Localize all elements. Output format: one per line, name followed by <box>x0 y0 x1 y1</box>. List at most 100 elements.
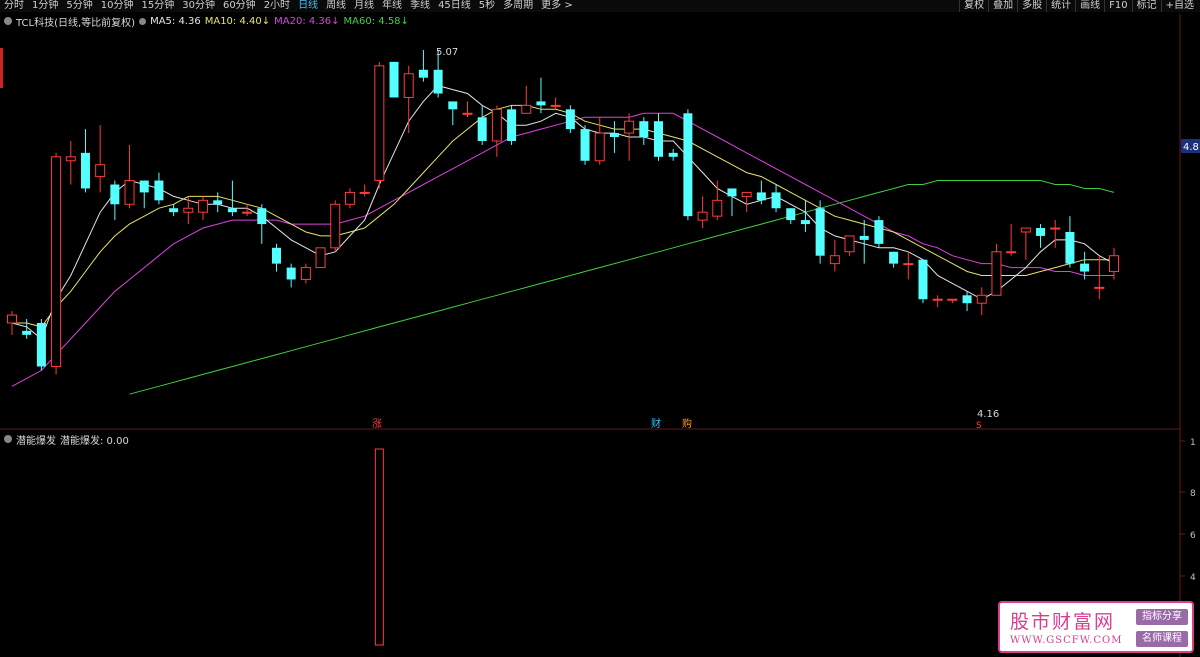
candle[interactable] <box>786 208 796 221</box>
candle[interactable] <box>947 298 958 301</box>
candle[interactable] <box>110 184 120 205</box>
candle[interactable] <box>477 117 487 141</box>
candle[interactable] <box>1109 255 1119 273</box>
candle[interactable] <box>344 191 355 205</box>
candle[interactable] <box>403 73 414 98</box>
candle[interactable] <box>756 192 766 201</box>
watermark-badge-indicator: 指标分享 <box>1136 609 1188 625</box>
candle[interactable] <box>124 180 135 205</box>
candle[interactable] <box>462 112 473 115</box>
watermark-title: 股市财富网 <box>1010 611 1116 633</box>
ma60-line <box>129 180 1115 395</box>
watermark-badge-course: 名师课程 <box>1136 631 1188 647</box>
candle[interactable] <box>771 192 781 209</box>
candle[interactable] <box>565 109 575 130</box>
candle[interactable] <box>609 133 619 138</box>
candle[interactable] <box>227 208 237 213</box>
candle[interactable] <box>183 207 194 213</box>
candle[interactable] <box>286 267 296 280</box>
candle[interactable] <box>1006 251 1017 254</box>
indicator-settings-icon[interactable] <box>4 435 12 443</box>
candle[interactable] <box>727 188 737 197</box>
candle[interactable] <box>80 152 90 189</box>
candle[interactable] <box>815 208 825 256</box>
candle[interactable] <box>154 180 164 201</box>
candle[interactable] <box>594 132 605 162</box>
candle[interactable] <box>418 69 428 78</box>
candle[interactable] <box>962 295 972 304</box>
candle[interactable] <box>697 211 708 221</box>
candle[interactable] <box>654 121 664 157</box>
candle[interactable] <box>36 322 46 367</box>
candle[interactable] <box>359 191 370 194</box>
candle[interactable] <box>1020 227 1031 233</box>
candle[interactable] <box>95 164 106 178</box>
low-price-label: 4.16 <box>977 409 999 420</box>
gou-event-icon[interactable]: 购 <box>682 417 692 430</box>
indicator-axis-tick: 6 <box>1190 531 1196 541</box>
candle[interactable] <box>300 267 311 280</box>
indicator-name[interactable]: 潜能爆发 <box>16 432 56 447</box>
candle[interactable] <box>213 200 223 205</box>
candle[interactable] <box>330 203 341 249</box>
indicator-axis-tick: 8 <box>1190 489 1196 499</box>
candle[interactable] <box>918 259 928 300</box>
watermark-logo: 股市财富网 WWW.GSCFW.COM 指标分享 名师课程 <box>998 601 1194 653</box>
candle[interactable] <box>550 104 561 107</box>
candle[interactable] <box>1065 231 1075 264</box>
candle[interactable] <box>271 247 281 264</box>
candle[interactable] <box>374 65 385 182</box>
candle[interactable] <box>242 211 253 214</box>
watermark-url: WWW.GSCFW.COM <box>1010 635 1123 646</box>
current-price-tag: 4.81 <box>1183 142 1200 153</box>
indicator-bar[interactable] <box>374 448 384 646</box>
candle[interactable] <box>991 251 1002 296</box>
candle[interactable] <box>829 255 840 265</box>
candle[interactable] <box>1080 263 1090 272</box>
candle[interactable] <box>844 235 855 253</box>
candle[interactable] <box>22 330 32 335</box>
indicator-legend: 潜能爆发 潜能爆发: 0.00 <box>4 432 129 447</box>
cai-event-icon[interactable]: 财 <box>651 417 661 430</box>
price-chart[interactable]: 5.07 4.16 涨 财 购 S 4.81 1 8 6 4 <box>0 0 1200 657</box>
candle[interactable] <box>903 263 914 266</box>
high-price-label: 5.07 <box>436 47 458 58</box>
candle[interactable] <box>1036 228 1046 236</box>
candle[interactable] <box>932 298 943 301</box>
candle[interactable] <box>433 69 443 94</box>
candle[interactable] <box>712 199 723 217</box>
candle[interactable] <box>874 220 884 244</box>
candle[interactable] <box>7 314 17 324</box>
candle[interactable] <box>624 120 635 134</box>
candle[interactable] <box>257 208 267 225</box>
candle[interactable] <box>491 108 502 142</box>
candle[interactable] <box>800 220 810 225</box>
candle[interactable] <box>889 251 899 264</box>
indicator-axis-tick: 1 <box>1190 438 1196 448</box>
sell-signal-icon: S <box>976 421 982 431</box>
ma20-line <box>11 112 1114 387</box>
indicator-value: 潜能爆发: 0.00 <box>60 435 129 447</box>
indicator-axis-tick: 4 <box>1190 573 1196 583</box>
candle[interactable] <box>521 104 532 114</box>
candle[interactable] <box>389 61 399 98</box>
candle[interactable] <box>507 109 517 141</box>
candle[interactable] <box>65 156 76 162</box>
candle[interactable] <box>1094 286 1105 289</box>
candle[interactable] <box>169 208 179 213</box>
candle[interactable] <box>683 113 693 217</box>
candle[interactable] <box>198 199 209 213</box>
candle[interactable] <box>580 129 590 161</box>
candle[interactable] <box>859 235 869 240</box>
candle[interactable] <box>741 191 752 197</box>
candle[interactable] <box>315 247 326 269</box>
candle[interactable] <box>976 294 987 304</box>
candle[interactable] <box>448 101 458 110</box>
candle[interactable] <box>1050 227 1061 230</box>
candle[interactable] <box>51 156 62 367</box>
left-edge-marker <box>0 48 3 88</box>
candle[interactable] <box>139 180 149 193</box>
candle[interactable] <box>668 152 678 157</box>
candle[interactable] <box>536 101 546 106</box>
candle[interactable] <box>639 121 649 138</box>
